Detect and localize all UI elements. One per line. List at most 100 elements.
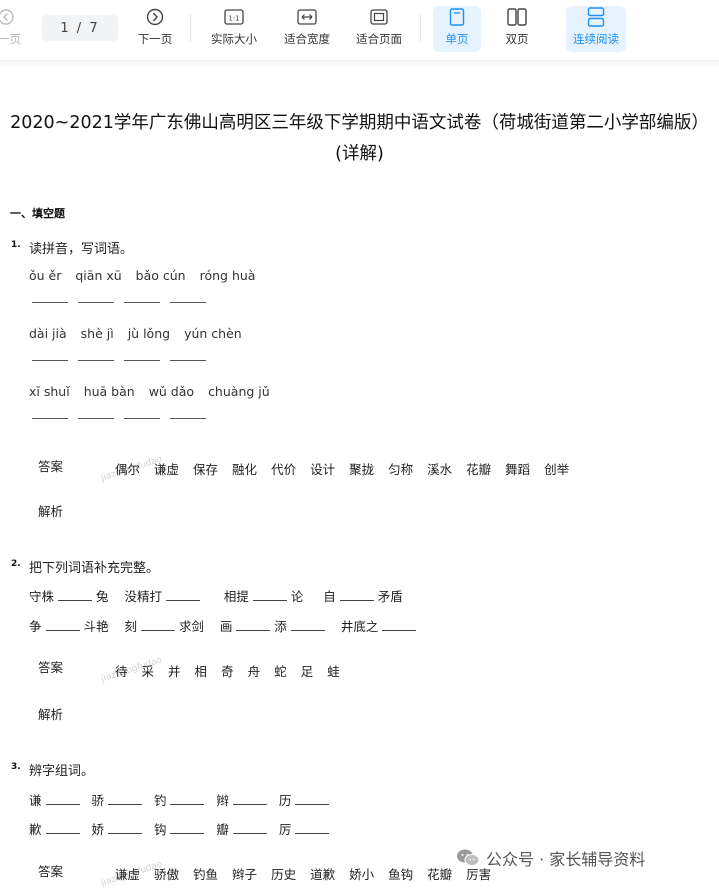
prev-arrow-icon xyxy=(0,6,28,28)
answer-word: 花瓣 xyxy=(427,867,453,882)
char-row-1: 谦 骄 钓 辫 历 xyxy=(29,790,333,809)
blank-row-2 xyxy=(32,360,206,361)
idiom-part: 井底之 xyxy=(340,619,379,634)
pinyin-item: xī shuǐ xyxy=(29,384,70,399)
fit-width-button[interactable]: 适合宽度 xyxy=(279,6,335,52)
answer-char: 采 xyxy=(141,664,155,679)
answer-blank xyxy=(232,823,267,834)
section-heading: 一、填空题 xyxy=(10,207,65,220)
answer-word: 溪水 xyxy=(427,462,453,477)
char-item: 娇 xyxy=(91,822,104,837)
prev-page-label: 一页 xyxy=(0,32,21,46)
answer-blank xyxy=(32,360,68,361)
continuous-reading-button[interactable]: 连续阅读 xyxy=(566,6,626,52)
idiom-part: 求剑 xyxy=(178,619,204,634)
fit-width-label: 适合宽度 xyxy=(284,32,330,46)
question-prompt: 辨字组词。 xyxy=(29,764,95,779)
pinyin-item: yún chèn xyxy=(184,326,242,341)
answer-word: 骄傲 xyxy=(154,867,180,882)
idiom-part: 斗艳 xyxy=(83,619,109,634)
answer-blank xyxy=(32,418,68,419)
svg-text:1:1: 1:1 xyxy=(228,15,239,23)
answer-blank xyxy=(232,794,267,805)
analysis-label: 解析 xyxy=(38,707,64,722)
idiom-row-1: 守株 兔 没精打 相提 论 自 矛盾 xyxy=(29,586,403,605)
fit-page-label: 适合页面 xyxy=(356,32,402,46)
question-prompt: 把下列词语补充完整。 xyxy=(29,561,160,576)
answer-word: 辫子 xyxy=(232,867,258,882)
answer-word: 融化 xyxy=(232,462,258,477)
next-page-button[interactable]: 下一页 xyxy=(134,6,176,52)
double-page-icon xyxy=(507,6,527,28)
double-page-label: 双页 xyxy=(505,32,529,46)
answer-word: 代价 xyxy=(271,462,297,477)
answer-blank xyxy=(107,794,142,805)
answer-char: 蛇 xyxy=(274,664,287,679)
fit-page-button[interactable]: 适合页面 xyxy=(351,6,407,52)
next-arrow-icon xyxy=(146,6,164,28)
pinyin-row-1: ǒu ěr qiān xū bǎo cún róng huà xyxy=(29,268,269,283)
answer-blank xyxy=(170,302,206,303)
char-item: 骄 xyxy=(91,793,104,808)
answer-word: 谦虚 xyxy=(115,867,141,882)
char-item: 历 xyxy=(278,793,292,808)
pinyin-item: ǒu ěr xyxy=(29,268,62,283)
single-page-button[interactable]: 单页 xyxy=(433,6,481,52)
answer-word: 历史 xyxy=(271,867,297,882)
toolbar-divider xyxy=(190,14,191,42)
answer-word: 聚拢 xyxy=(349,462,375,477)
actual-size-button[interactable]: 1:1 实际大小 xyxy=(206,6,262,52)
answer-blank xyxy=(32,302,68,303)
answer-blank xyxy=(78,302,114,303)
char-item: 厉 xyxy=(278,822,292,837)
wechat-icon xyxy=(457,849,480,866)
pinyin-row-2: dài jià shè jì jù lǒng yún chèn xyxy=(29,326,256,341)
idiom-part: 画 xyxy=(219,619,233,634)
question-prompt: 读拼音，写词语。 xyxy=(29,242,134,257)
answer-blank xyxy=(170,823,205,834)
blank-row-1 xyxy=(32,302,206,303)
answer-word: 谦虚 xyxy=(154,462,180,477)
single-page-label: 单页 xyxy=(445,32,469,46)
next-page-label: 下一页 xyxy=(137,32,173,46)
actual-size-icon: 1:1 xyxy=(224,6,244,28)
answer-word: 创举 xyxy=(544,462,570,477)
pinyin-item: chuàng jǔ xyxy=(208,384,270,399)
answer-blank xyxy=(140,620,175,631)
idiom-part: 添 xyxy=(274,619,287,634)
idiom-part: 相提 xyxy=(223,589,249,604)
page-number-input[interactable]: 1 / 7 xyxy=(42,15,118,41)
answer-blank xyxy=(45,823,80,834)
answer-word: 保存 xyxy=(193,462,219,477)
question-number: 3. xyxy=(11,762,21,772)
answer-word: 花瓣 xyxy=(466,462,492,477)
idiom-part: 刻 xyxy=(124,619,137,634)
answer-char: 奇 xyxy=(221,664,234,679)
answer-word: 钓鱼 xyxy=(193,867,219,882)
char-row-2: 歉 娇 钩 瓣 厉 xyxy=(29,819,333,838)
answer-word: 设计 xyxy=(310,462,336,477)
single-page-icon xyxy=(449,6,465,28)
answer-char: 蛙 xyxy=(327,664,340,679)
answer-label: 答案 xyxy=(38,660,64,675)
answer-blank xyxy=(339,590,374,601)
char-item: 钓 xyxy=(153,793,167,808)
char-item: 歉 xyxy=(29,822,42,837)
answer-char: 待 xyxy=(115,664,128,679)
double-page-button[interactable]: 双页 xyxy=(494,6,540,52)
pinyin-item: wǔ dǎo xyxy=(148,384,195,399)
answer-char: 足 xyxy=(300,664,314,679)
wechat-official-account-badge: 公众号 · 家长辅导资料 xyxy=(456,846,645,870)
answer-blank xyxy=(382,620,417,631)
answer-word: 偶尔 xyxy=(115,462,141,477)
answer-char: 相 xyxy=(194,664,208,679)
answer-blank xyxy=(290,620,325,631)
continuous-reading-icon xyxy=(587,6,605,28)
question-number: 2. xyxy=(11,559,21,569)
idiom-part: 矛盾 xyxy=(377,589,403,604)
prev-page-button[interactable]: 一页 xyxy=(0,6,28,52)
idiom-row-2: 争 斗艳 刻 求剑 画 添 井底之 xyxy=(29,616,420,635)
toolbar-shadow xyxy=(0,60,719,68)
pinyin-item: dài jià xyxy=(29,326,67,341)
char-item: 辫 xyxy=(216,793,229,808)
